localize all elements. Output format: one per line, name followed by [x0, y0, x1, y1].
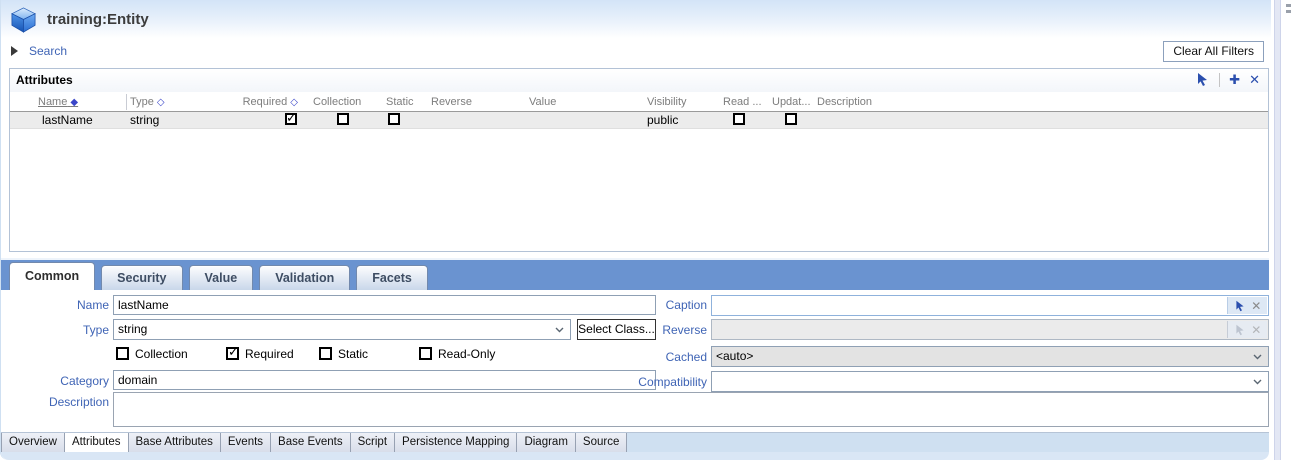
tab-persistence-mapping[interactable]: Persistence Mapping	[395, 433, 517, 452]
common-tab-panel: Name Type string Select Class... Collect…	[1, 290, 1272, 432]
column-header-collection[interactable]: Collection	[313, 96, 361, 108]
attributes-titlebar: Attributes ✚ ✕	[10, 69, 1268, 92]
read-only-checkbox[interactable]	[733, 113, 745, 125]
bottom-edge	[1, 452, 1269, 460]
expander-triangle-icon[interactable]	[11, 46, 18, 56]
tab-facets[interactable]: Facets	[356, 265, 428, 290]
clear-all-filters-button[interactable]: Clear All Filters	[1163, 41, 1264, 62]
type-select[interactable]: string	[113, 319, 571, 340]
static-checkbox-field[interactable]: Static	[319, 347, 368, 361]
column-header-static[interactable]: Static	[386, 96, 414, 108]
static-checkbox[interactable]	[388, 113, 400, 125]
tab-validation[interactable]: Validation	[259, 265, 350, 290]
sort-hollow-diamond-icon: ◇	[157, 97, 165, 108]
tab-security[interactable]: Security	[101, 265, 182, 290]
checkbox	[319, 347, 332, 360]
caption-field[interactable]: ✕	[711, 295, 1269, 316]
collection-checkbox[interactable]	[337, 113, 349, 125]
cube-icon	[10, 6, 37, 33]
detail-tab-strip: Common Security Value Validation Facets	[1, 258, 1269, 290]
tab-events[interactable]: Events	[221, 433, 271, 452]
chevron-down-icon	[555, 327, 564, 333]
column-header-value[interactable]: Value	[529, 96, 556, 108]
type-label: Type	[1, 323, 109, 337]
tab-attributes[interactable]: Attributes	[65, 433, 129, 452]
page-header: training:Entity	[1, 0, 1271, 38]
category-field[interactable]	[113, 370, 656, 390]
description-label: Description	[1, 395, 109, 409]
clear-icon[interactable]: ✕	[1251, 299, 1261, 313]
updatable-checkbox[interactable]	[785, 113, 797, 125]
cell-visibility: public	[647, 113, 678, 127]
table-row[interactable]: lastName string public	[10, 112, 1268, 129]
description-field[interactable]	[113, 392, 1269, 427]
reverse-label: Reverse	[599, 323, 707, 337]
checkbox	[226, 347, 239, 360]
sort-filled-diamond-icon: ◆	[70, 97, 78, 108]
cached-label: Cached	[599, 350, 707, 364]
attributes-section-title: Attributes	[16, 73, 73, 87]
column-header-name[interactable]: Name ◆	[38, 96, 78, 108]
tab-value[interactable]: Value	[189, 265, 254, 290]
attributes-toolbar: ✚ ✕	[1195, 72, 1260, 87]
checkbox	[116, 347, 129, 360]
reverse-field: ✕	[711, 319, 1269, 340]
chevron-down-icon	[1253, 379, 1262, 385]
tab-base-events[interactable]: Base Events	[271, 433, 351, 452]
chevron-down-icon	[1253, 354, 1262, 360]
search-bar: Search Clear All Filters	[1, 38, 1271, 66]
search-toggle[interactable]: Search	[29, 44, 67, 58]
toolbar-divider	[1219, 73, 1220, 87]
tab-source[interactable]: Source	[576, 433, 627, 452]
name-field[interactable]	[113, 295, 656, 315]
column-header-read-only[interactable]: Read ...	[723, 96, 762, 108]
page-title: training:Entity	[47, 11, 149, 28]
tab-base-attributes[interactable]: Base Attributes	[129, 433, 221, 452]
compatibility-select[interactable]	[711, 371, 1269, 392]
cell-type: string	[130, 113, 159, 127]
column-header-description[interactable]: Description	[817, 96, 872, 108]
collection-checkbox-field[interactable]: Collection	[116, 347, 188, 361]
select-cursor-icon	[1234, 324, 1246, 336]
grip-icon	[1286, 10, 1291, 13]
delete-attribute-button[interactable]: ✕	[1249, 73, 1260, 87]
select-cursor-icon[interactable]	[1195, 72, 1210, 87]
read-only-checkbox-field[interactable]: Read-Only	[419, 347, 495, 361]
required-checkbox[interactable]	[285, 113, 297, 125]
sort-hollow-diamond-icon: ◇	[290, 97, 298, 108]
compatibility-label: Compatibility	[599, 375, 707, 389]
cached-select[interactable]: <auto>	[711, 346, 1269, 367]
column-header-visibility[interactable]: Visibility	[647, 96, 687, 108]
grip-icon	[1286, 4, 1291, 7]
tab-script[interactable]: Script	[351, 433, 395, 452]
column-separator	[126, 94, 127, 110]
column-header-updatable[interactable]: Updat...	[772, 96, 811, 108]
main-panel: training:Entity Search Clear All Filters…	[0, 0, 1271, 460]
entity-editor-window: training:Entity Search Clear All Filters…	[0, 0, 1294, 460]
cell-name: lastName	[42, 113, 93, 127]
caption-label: Caption	[599, 298, 707, 312]
column-header-type[interactable]: Type ◇	[130, 96, 165, 108]
attributes-header-row: Name ◆ Type ◇ Required ◇ Collection Stat…	[10, 92, 1268, 112]
column-header-reverse[interactable]: Reverse	[431, 96, 472, 108]
add-attribute-button[interactable]: ✚	[1229, 73, 1240, 87]
right-gutter	[1272, 0, 1294, 460]
attributes-panel: Attributes ✚ ✕ Name ◆ Type ◇ Required ◇ …	[9, 68, 1269, 252]
category-label: Category	[1, 374, 109, 388]
splitter-bar[interactable]	[1274, 0, 1281, 460]
tab-diagram[interactable]: Diagram	[517, 433, 575, 452]
tab-overview[interactable]: Overview	[1, 433, 65, 452]
name-label: Name	[1, 298, 109, 312]
tab-bar-filler	[627, 433, 1269, 452]
document-tab-bar: Overview Attributes Base Attributes Even…	[1, 432, 1269, 452]
checkbox	[419, 347, 432, 360]
tab-common[interactable]: Common	[9, 262, 95, 290]
select-cursor-icon[interactable]	[1234, 300, 1246, 312]
column-header-required[interactable]: Required ◇	[232, 96, 298, 108]
required-checkbox-field[interactable]: Required	[226, 347, 294, 361]
clear-icon: ✕	[1251, 323, 1261, 337]
